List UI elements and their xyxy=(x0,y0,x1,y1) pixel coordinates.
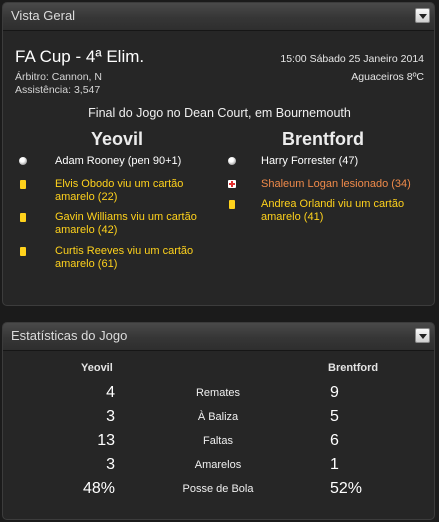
stat-label: À Baliza xyxy=(197,411,239,423)
overview-panel: Vista Geral FA Cup - 4ª Elim. Árbitro: C… xyxy=(2,2,435,306)
stats-away-team: Brentford xyxy=(328,362,379,374)
chevron-down-icon xyxy=(419,14,427,19)
home-event-card: Gavin Williams viu um cartão amarelo (42… xyxy=(55,211,197,236)
stats-menu-button[interactable] xyxy=(415,328,430,343)
stats-home-team: Yeovil xyxy=(81,362,113,374)
stats-panel-title: Estatísticas do Jogo xyxy=(11,328,128,343)
referee-text: Árbitro: Cannon, N xyxy=(15,71,102,83)
stat-away-value: 6 xyxy=(330,432,339,449)
goal-ball-icon xyxy=(19,157,27,165)
stat-away-value: 5 xyxy=(330,408,339,425)
stat-label: Remates xyxy=(195,387,241,399)
away-event-card: Andrea Orlandi viu um cartão amarelo (41… xyxy=(261,198,405,223)
venue-result-text: Final do Jogo no Dean Court, em Bournemo… xyxy=(88,106,351,120)
weather-text: Aguaceiros 8ºC xyxy=(351,71,424,83)
stat-home-value: 4 xyxy=(106,384,115,401)
stat-label: Faltas xyxy=(203,435,233,447)
competition-title: FA Cup - 4ª Elim. xyxy=(15,47,145,66)
kickoff-datetime: 15:00 Sábado 25 Janeiro 2014 xyxy=(280,53,424,65)
overview-panel-header: Vista Geral xyxy=(3,3,434,31)
yellow-card-icon xyxy=(229,200,235,209)
attendance-text: Assistência: 3,547 xyxy=(15,84,101,96)
home-event-card: Elvis Obodo viu um cartão amarelo (22) xyxy=(55,178,184,203)
yellow-card-icon xyxy=(20,247,26,256)
yellow-card-icon xyxy=(20,213,26,222)
stats-panel: Estatísticas do Jogo Yeovil Brentford 4 … xyxy=(2,322,435,520)
stat-away-value: 1 xyxy=(330,456,339,473)
stat-label: Amarelos xyxy=(194,459,242,471)
stat-home-value: 13 xyxy=(97,432,115,449)
away-team-name[interactable]: Brentford xyxy=(282,129,364,150)
home-event-card: Curtis Reeves viu um cartão amarelo (61) xyxy=(55,245,194,270)
stat-home-value: 48% xyxy=(82,480,115,497)
stat-away-value: 52% xyxy=(330,480,363,497)
home-event-goal: Adam Rooney (pen 90+1) xyxy=(55,155,182,167)
goal-ball-icon xyxy=(228,157,236,165)
stats-panel-header: Estatísticas do Jogo xyxy=(3,323,434,351)
stat-home-value: 3 xyxy=(106,456,115,473)
overview-menu-button[interactable] xyxy=(415,8,430,23)
overview-panel-title: Vista Geral xyxy=(11,8,76,23)
yellow-card-icon xyxy=(20,180,26,189)
stat-label: Posse de Bola xyxy=(182,483,254,495)
stat-away-value: 9 xyxy=(330,384,339,401)
away-event-injury: Shaleum Logan lesionado (34) xyxy=(261,178,411,190)
injury-cross-icon xyxy=(228,180,236,188)
chevron-down-icon xyxy=(419,334,427,339)
home-team-name[interactable]: Yeovil xyxy=(91,129,143,150)
stat-home-value: 3 xyxy=(106,408,115,425)
away-event-goal: Harry Forrester (47) xyxy=(261,155,359,167)
